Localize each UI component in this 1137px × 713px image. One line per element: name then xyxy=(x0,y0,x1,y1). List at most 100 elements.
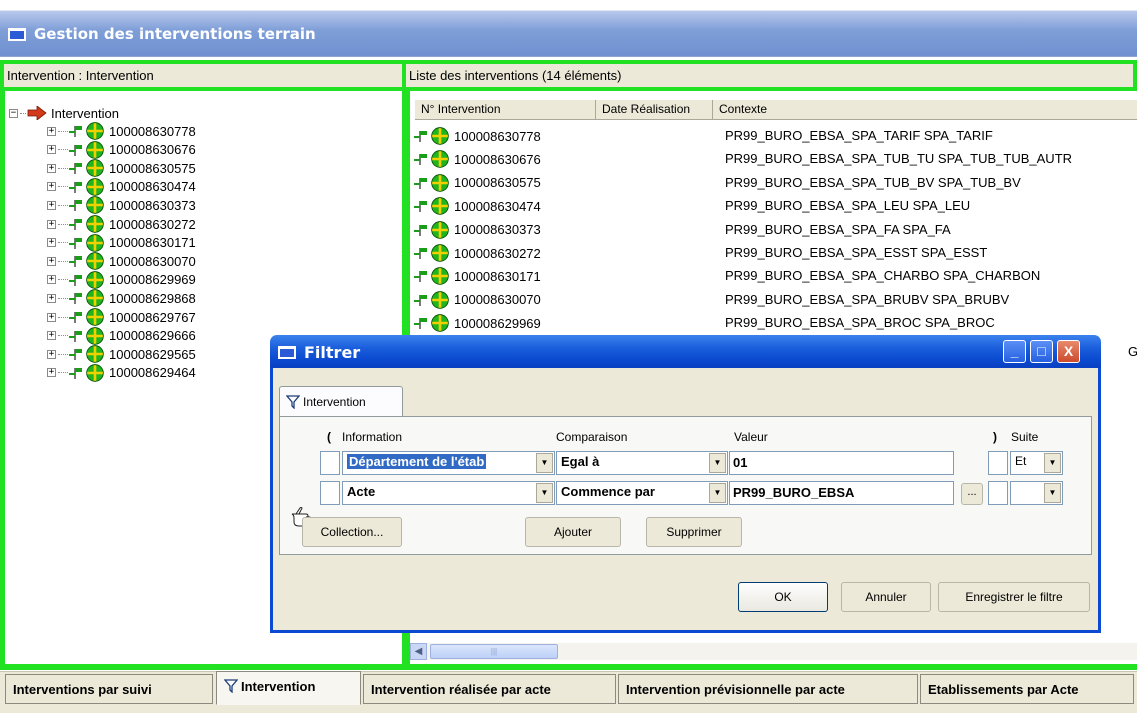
expand-icon[interactable]: + xyxy=(47,200,56,210)
globe-icon xyxy=(431,291,449,309)
tree-item[interactable]: +100008630373 xyxy=(47,196,196,215)
collection-button[interactable]: Collection... xyxy=(302,517,402,547)
list-row[interactable]: 100008630070 PR99_BURO_EBSA_SPA_BRUBV SPA… xyxy=(410,290,1137,310)
open-paren-checkbox[interactable] xyxy=(320,451,340,475)
expand-icon[interactable]: + xyxy=(47,182,56,192)
tree-item-label: 100008630171 xyxy=(109,235,196,251)
comparison-select[interactable]: Egal à ▼ xyxy=(556,451,728,475)
tree-item[interactable]: +100008630676 xyxy=(47,140,196,159)
left-pane-header: Intervention : Intervention xyxy=(0,60,406,91)
suite-select[interactable]: Et ▼ xyxy=(1010,451,1063,475)
expand-icon[interactable]: + xyxy=(47,349,56,359)
information-select[interactable]: Département de l'étab ▼ xyxy=(342,451,555,475)
value-header: Valeur xyxy=(734,430,768,444)
expand-icon[interactable]: + xyxy=(47,312,56,322)
list-row[interactable]: 100008630171 PR99_BURO_EBSA_SPA_CHARBO SP… xyxy=(410,266,1137,286)
cell-context: PR99_BURO_EBSA_SPA_LEU SPA_LEU xyxy=(725,198,971,214)
close-paren-checkbox[interactable] xyxy=(988,481,1008,505)
expand-icon[interactable]: + xyxy=(47,368,56,378)
chevron-down-icon[interactable]: ▼ xyxy=(1044,453,1061,473)
value-input[interactable]: 01 xyxy=(729,451,954,475)
tab-filter-intervention[interactable]: Intervention xyxy=(279,386,403,417)
comparison-header: Comparaison xyxy=(556,430,628,444)
tree-item[interactable]: +100008630272 xyxy=(47,215,196,233)
maximize-button[interactable]: □ xyxy=(1030,340,1053,363)
expand-icon[interactable]: + xyxy=(47,238,56,248)
cancel-button[interactable]: Annuler xyxy=(841,582,931,612)
value-input[interactable]: PR99_BURO_EBSA xyxy=(729,481,954,505)
chevron-down-icon[interactable]: ▼ xyxy=(709,483,726,503)
tree-item[interactable]: +100008629767 xyxy=(47,308,196,326)
tree-item[interactable]: +100008629565 xyxy=(47,345,196,363)
tab-etablissements-par-acte[interactable]: Etablissements par Acte xyxy=(920,674,1134,704)
tree-root[interactable]: − Intervention xyxy=(9,104,119,122)
flag-icon xyxy=(69,200,82,212)
globe-icon xyxy=(431,244,449,262)
collapse-icon[interactable]: − xyxy=(9,108,18,118)
tree-item[interactable]: +100008630474 xyxy=(47,178,196,196)
minimize-button[interactable]: _ xyxy=(1003,340,1026,363)
column-header-number[interactable]: N° Intervention xyxy=(415,100,596,120)
horizontal-scrollbar[interactable]: ◀ ||| xyxy=(410,643,1137,660)
list-row[interactable]: 100008630778 PR99_BURO_EBSA_SPA_TARIF SPA… xyxy=(410,126,1137,146)
open-paren-checkbox[interactable] xyxy=(320,481,340,505)
dialog-title: Filtrer xyxy=(304,343,361,362)
expand-icon[interactable]: + xyxy=(47,331,56,341)
expand-icon[interactable]: + xyxy=(47,293,56,303)
ellipsis-button[interactable]: ... xyxy=(961,483,983,505)
comparison-select[interactable]: Commence par ▼ xyxy=(556,481,728,505)
expand-icon[interactable]: + xyxy=(47,163,56,173)
tree-item[interactable]: +100008629666 xyxy=(47,326,196,345)
list-row[interactable]: 100008630474 PR99_BURO_EBSA_SPA_LEU SPA_L… xyxy=(410,196,1137,216)
dialog-title-bar[interactable]: Filtrer _ □ X xyxy=(270,335,1101,368)
tree-item-label: 100008629464 xyxy=(109,365,196,381)
delete-button[interactable]: Supprimer xyxy=(646,517,742,547)
ok-button[interactable]: OK xyxy=(738,582,828,612)
globe-icon xyxy=(431,220,449,239)
flag-icon xyxy=(69,144,82,156)
list-row[interactable]: 100008630676 PR99_BURO_EBSA_SPA_TUB_TU SP… xyxy=(410,149,1137,169)
tab-intervention[interactable]: Intervention xyxy=(216,671,361,705)
information-select[interactable]: Acte ▼ xyxy=(342,481,555,505)
tree-item[interactable]: +100008629969 xyxy=(47,271,196,289)
cell-number: 100008630474 xyxy=(414,197,541,215)
list-row[interactable]: 100008630575 PR99_BURO_EBSA_SPA_TUB_BV SP… xyxy=(410,173,1137,193)
expand-icon[interactable]: + xyxy=(47,219,56,229)
close-paren-checkbox[interactable] xyxy=(988,451,1008,475)
scroll-thumb[interactable]: ||| xyxy=(430,644,558,659)
tree-item[interactable]: +100008629868 xyxy=(47,289,196,308)
add-button[interactable]: Ajouter xyxy=(525,517,621,547)
save-filter-button[interactable]: Enregistrer le filtre xyxy=(938,582,1090,612)
close-button[interactable]: X xyxy=(1057,340,1080,363)
list-row[interactable]: 100008630272 PR99_BURO_EBSA_SPA_ESST SPA_… xyxy=(410,243,1137,263)
tree-connector xyxy=(58,316,68,318)
expand-icon[interactable]: + xyxy=(47,256,56,266)
expand-icon[interactable]: + xyxy=(47,145,56,155)
chevron-down-icon[interactable]: ▼ xyxy=(536,453,553,473)
tab-intervention-realisee[interactable]: Intervention réalisée par acte xyxy=(363,674,616,704)
column-header-context[interactable]: Contexte xyxy=(713,100,1137,120)
list-row[interactable]: 100008630373 PR99_BURO_EBSA_SPA_FA SPA_FA xyxy=(410,220,1137,240)
expand-icon[interactable]: + xyxy=(47,275,56,285)
tab-intervention-previsionnelle[interactable]: Intervention prévisionnelle par acte xyxy=(618,674,918,704)
chevron-down-icon[interactable]: ▼ xyxy=(1044,483,1061,503)
expand-icon[interactable]: + xyxy=(47,126,56,136)
tree-item[interactable]: +100008630070 xyxy=(47,252,196,270)
tree-item[interactable]: +100008630778 xyxy=(47,122,196,140)
suite-select[interactable]: ▼ xyxy=(1010,481,1063,505)
tree-connector xyxy=(58,372,68,374)
chevron-down-icon[interactable]: ▼ xyxy=(536,483,553,503)
tree-connector xyxy=(20,112,26,114)
scroll-left-button[interactable]: ◀ xyxy=(410,643,427,660)
funnel-icon xyxy=(286,395,300,409)
tree-item[interactable]: +100008629464 xyxy=(47,364,196,382)
flag-icon xyxy=(69,349,82,361)
list-row[interactable]: 100008629969 PR99_BURO_EBSA_SPA_BROC SPA_… xyxy=(410,313,1137,333)
tab-interventions-par-suivi[interactable]: Interventions par suivi xyxy=(5,674,213,704)
chevron-down-icon[interactable]: ▼ xyxy=(709,453,726,473)
column-header-date[interactable]: Date Réalisation xyxy=(596,100,713,120)
tab-label: Intervention prévisionnelle par acte xyxy=(626,682,845,697)
frame-border-bottom xyxy=(0,664,1137,670)
tree-item[interactable]: +100008630575 xyxy=(47,159,196,177)
tree-item[interactable]: +100008630171 xyxy=(47,233,196,252)
